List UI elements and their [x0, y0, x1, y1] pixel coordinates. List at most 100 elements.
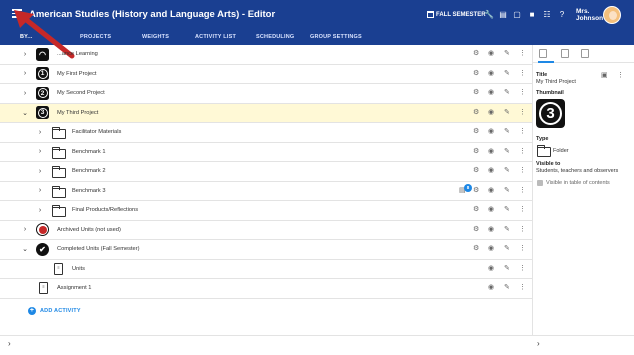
- list-item[interactable]: › Final Products/Reflections ⚙ ◉ ✎ ⋮: [0, 201, 532, 221]
- list-item[interactable]: › Benchmark 1 ⚙ ◉ ✎ ⋮: [0, 143, 532, 162]
- expand-right-icon[interactable]: ›: [537, 339, 540, 348]
- list-item-selected[interactable]: ⌄ 3 My Third Project ⚙ ◉ ✎ ⋮: [0, 103, 532, 123]
- semester-selector[interactable]: FALL SEMESTER: [427, 11, 486, 18]
- tab-projects[interactable]: PROJECTS: [80, 34, 111, 40]
- eye-icon[interactable]: ◉: [488, 245, 494, 253]
- more-icon[interactable]: ⋮: [519, 187, 526, 195]
- list-item[interactable]: › 1 My First Project ⚙ ◉ ✎ ⋮: [0, 65, 532, 84]
- add-activity-button[interactable]: + ADD ACTIVITY: [28, 307, 81, 315]
- chevron-right-icon[interactable]: ›: [37, 168, 43, 175]
- edit-icon[interactable]: ✎: [504, 50, 510, 58]
- document-tab-icon[interactable]: [561, 49, 569, 58]
- edit-icon[interactable]: ✎: [504, 284, 510, 292]
- more-icon[interactable]: ⋮: [617, 72, 624, 80]
- tab-group-settings[interactable]: GROUP SETTINGS: [310, 34, 362, 40]
- eye-icon[interactable]: ◉: [488, 284, 494, 292]
- edit-icon[interactable]: ✎: [504, 148, 510, 156]
- more-icon[interactable]: ⋮: [519, 148, 526, 156]
- more-icon[interactable]: ⋮: [519, 50, 526, 58]
- more-icon[interactable]: ⋮: [519, 245, 526, 253]
- eye-icon[interactable]: ◉: [488, 70, 494, 78]
- tab-by[interactable]: BY...: [20, 34, 33, 40]
- more-icon[interactable]: ⋮: [519, 167, 526, 175]
- chevron-right-icon[interactable]: ›: [22, 90, 28, 97]
- gear-icon[interactable]: ⚙: [473, 187, 479, 195]
- eye-icon[interactable]: ◉: [488, 265, 494, 273]
- list-item[interactable]: ≡ Units ◉ ✎ ⋮: [0, 260, 532, 279]
- more-icon[interactable]: ⋮: [519, 206, 526, 214]
- gear-icon[interactable]: ⚙: [473, 109, 479, 117]
- eye-icon[interactable]: ◉: [488, 50, 494, 58]
- edit-icon[interactable]: ✎: [504, 109, 510, 117]
- gear-icon[interactable]: ⚙: [473, 226, 479, 234]
- edit-icon[interactable]: ✎: [504, 128, 510, 136]
- grid-icon[interactable]: ☷: [543, 11, 551, 19]
- list-item[interactable]: › Facilitator Materials ⚙ ◉ ✎ ⋮: [0, 123, 532, 143]
- more-icon[interactable]: ⋮: [519, 226, 526, 234]
- gear-icon[interactable]: ⚙: [473, 148, 479, 156]
- list-item[interactable]: › Archived Units (not used) ⚙ ◉ ✎ ⋮: [0, 221, 532, 240]
- list-item[interactable]: › ◠ ...ance Learning ⚙ ◉ ✎ ⋮: [0, 45, 532, 65]
- eye-icon[interactable]: ◉: [488, 109, 494, 117]
- tab-weights[interactable]: WEIGHTS: [142, 34, 169, 40]
- edit-icon[interactable]: ✎: [504, 89, 510, 97]
- eye-icon[interactable]: ◉: [488, 148, 494, 156]
- copy-tab-icon[interactable]: [581, 49, 589, 58]
- eye-icon[interactable]: ◉: [488, 187, 494, 195]
- list-item[interactable]: › 2 My Second Project ⚙ ◉ ✎ ⋮: [0, 84, 532, 104]
- eye-icon[interactable]: ◉: [488, 89, 494, 97]
- menu-icon[interactable]: [12, 9, 22, 20]
- report-icon[interactable]: ▤: [499, 11, 507, 19]
- list-item[interactable]: ⌄ ✔ Completed Units (Fall Semester) ⚙ ◉ …: [0, 240, 532, 260]
- expand-left-icon[interactable]: ›: [8, 339, 11, 348]
- gear-icon[interactable]: ⚙: [473, 167, 479, 175]
- chevron-right-icon[interactable]: ›: [22, 51, 28, 58]
- more-icon[interactable]: ⋮: [519, 128, 526, 136]
- more-icon[interactable]: ⋮: [519, 284, 526, 292]
- more-icon[interactable]: ⋮: [519, 109, 526, 117]
- chevron-down-icon[interactable]: ⌄: [22, 109, 28, 117]
- gear-icon[interactable]: ⚙: [473, 128, 479, 136]
- edit-icon[interactable]: ✎: [504, 245, 510, 253]
- chevron-down-icon[interactable]: ⌄: [22, 245, 28, 253]
- gear-icon[interactable]: ⚙: [473, 50, 479, 58]
- eye-icon[interactable]: ◉: [488, 128, 494, 136]
- user-name[interactable]: Mrs. Johnson: [576, 8, 603, 22]
- tab-activity-list[interactable]: ACTIVITY LIST: [195, 34, 236, 40]
- edit-icon[interactable]: ✎: [504, 226, 510, 234]
- eye-icon[interactable]: ◉: [488, 226, 494, 234]
- help-icon[interactable]: ?: [558, 11, 566, 19]
- more-icon[interactable]: ⋮: [519, 70, 526, 78]
- list-item[interactable]: › Benchmark 2 ⚙ ◉ ✎ ⋮: [0, 162, 532, 182]
- clipboard-icon[interactable]: ▢: [513, 11, 521, 19]
- edit-icon[interactable]: ✎: [504, 265, 510, 273]
- save-icon[interactable]: ▣: [601, 72, 608, 80]
- chevron-right-icon[interactable]: ›: [37, 207, 43, 214]
- avatar[interactable]: [603, 6, 621, 24]
- chevron-right-icon[interactable]: ›: [22, 226, 28, 233]
- list-item[interactable]: ≡ Assignment 1 ◉ ✎ ⋮: [0, 279, 532, 299]
- message-icon[interactable]: ■: [528, 11, 536, 19]
- thumbnail-image[interactable]: 3: [536, 99, 565, 128]
- gear-icon[interactable]: ⚙: [473, 245, 479, 253]
- more-icon[interactable]: ⋮: [519, 89, 526, 97]
- more-icon[interactable]: ⋮: [519, 265, 526, 273]
- gear-icon[interactable]: ⚙: [473, 70, 479, 78]
- chevron-right-icon[interactable]: ›: [22, 70, 28, 77]
- edit-icon[interactable]: ✎: [504, 167, 510, 175]
- gear-icon[interactable]: ⚙: [473, 89, 479, 97]
- list-item[interactable]: › Benchmark 3 ▤ 8 ⚙ ◉ ✎ ⋮: [0, 182, 532, 201]
- edit-icon[interactable]: ✎: [504, 70, 510, 78]
- gear-icon[interactable]: ⚙: [473, 206, 479, 214]
- edit-icon[interactable]: ✎: [504, 187, 510, 195]
- tab-scheduling[interactable]: SCHEDULING: [256, 34, 294, 40]
- chevron-right-icon[interactable]: ›: [37, 148, 43, 155]
- info-tab-icon[interactable]: [539, 49, 547, 58]
- wrench-icon[interactable]: 🔧: [484, 11, 494, 19]
- eye-icon[interactable]: ◉: [488, 167, 494, 175]
- toc-checkbox[interactable]: [537, 180, 543, 186]
- eye-icon[interactable]: ◉: [488, 206, 494, 214]
- edit-icon[interactable]: ✎: [504, 206, 510, 214]
- chevron-right-icon[interactable]: ›: [37, 129, 43, 136]
- chevron-right-icon[interactable]: ›: [37, 187, 43, 194]
